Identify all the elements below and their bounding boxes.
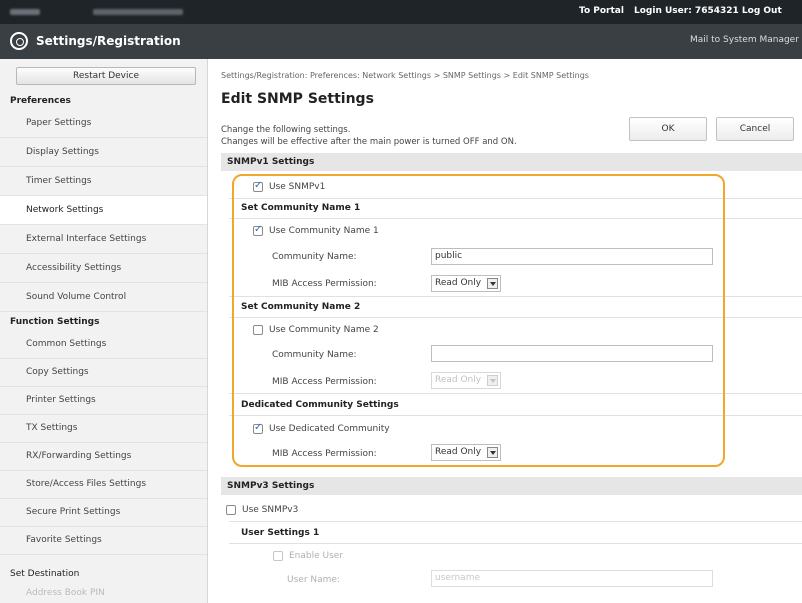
user-settings-1-header: User Settings 1 [241, 528, 320, 538]
community-2-name-input[interactable] [431, 345, 713, 362]
mail-system-manager-link[interactable]: Mail to System Manager [690, 35, 799, 45]
main-content: Settings/Registration: Preferences: Netw… [209, 59, 802, 603]
settings-logo-icon [10, 32, 28, 50]
community-1-mib-label: MIB Access Permission: [272, 279, 377, 289]
use-community-1-checkbox[interactable] [253, 224, 263, 236]
divider [229, 317, 802, 318]
snmpv3-section-header: SNMPv3 Settings [221, 477, 802, 495]
dropdown-arrow-icon [487, 447, 498, 458]
divider [229, 218, 802, 219]
restart-device-button[interactable]: Restart Device [16, 67, 196, 85]
dropdown-arrow-icon [487, 375, 498, 386]
divider [229, 393, 802, 394]
cancel-button[interactable]: Cancel [716, 117, 794, 141]
divider [229, 198, 802, 199]
use-snmpv1-checkbox[interactable] [253, 180, 263, 192]
divider [229, 415, 802, 416]
community-1-name-label: Community Name: [272, 252, 357, 262]
sidebar-item-favorite-settings[interactable]: Favorite Settings [0, 526, 207, 555]
enable-user-label: Enable User [289, 551, 344, 561]
ok-button[interactable]: OK [629, 117, 707, 141]
to-portal-link[interactable]: To Portal [579, 6, 624, 16]
dedicated-community-header: Dedicated Community Settings [241, 400, 399, 410]
use-community-2-label: Use Community Name 2 [269, 325, 379, 335]
sidebar-item-tx-settings[interactable]: TX Settings [0, 414, 207, 443]
sidebar-item-address-book-pin[interactable]: Address Book PIN [0, 579, 207, 603]
select-value: Read Only [435, 447, 482, 457]
sidebar-item-printer-settings[interactable]: Printer Settings [0, 386, 207, 415]
sidebar: Restart Device Preferences Paper Setting… [0, 59, 208, 603]
sidebar-item-sound-volume[interactable]: Sound Volume Control [0, 283, 207, 312]
breadcrumb: Settings/Registration: Preferences: Netw… [221, 71, 589, 80]
sidebar-item-secure-print[interactable]: Secure Print Settings [0, 498, 207, 527]
community-1-header: Set Community Name 1 [241, 203, 361, 213]
sidebar-item-common-settings[interactable]: Common Settings [0, 330, 207, 359]
select-value: Read Only [435, 278, 482, 288]
use-dedicated-community-label: Use Dedicated Community [269, 424, 390, 434]
dropdown-arrow-icon [487, 278, 498, 289]
sidebar-section-preferences: Preferences [10, 96, 71, 106]
user-name-label: User Name: [287, 575, 340, 585]
sidebar-item-rx-forwarding[interactable]: RX/Forwarding Settings [0, 442, 207, 471]
blurred-device-info [93, 9, 183, 15]
page-title: Edit SNMP Settings [221, 91, 374, 107]
blurred-device-name [10, 9, 40, 15]
app-header: Settings/Registration Mail to System Man… [0, 24, 802, 59]
community-1-mib-select[interactable]: Read Only [431, 275, 501, 292]
divider [229, 296, 802, 297]
sidebar-item-paper-settings[interactable]: Paper Settings [0, 109, 207, 138]
use-snmpv1-label: Use SNMPv1 [269, 182, 326, 192]
snmpv1-section-header: SNMPv1 Settings [221, 153, 802, 171]
community-2-header: Set Community Name 2 [241, 302, 361, 312]
sidebar-item-accessibility[interactable]: Accessibility Settings [0, 254, 207, 283]
community-2-name-label: Community Name: [272, 350, 357, 360]
sidebar-item-timer-settings[interactable]: Timer Settings [0, 167, 207, 196]
dedicated-mib-label: MIB Access Permission: [272, 449, 377, 459]
use-dedicated-community-checkbox[interactable] [253, 422, 263, 434]
use-community-2-checkbox[interactable] [253, 325, 263, 335]
description-line-1: Change the following settings. [221, 125, 351, 135]
sidebar-section-function: Function Settings [10, 317, 100, 327]
description-line-2: Changes will be effective after the main… [221, 137, 517, 147]
top-bar: To Portal Login User: 7654321 Log Out [0, 0, 802, 24]
use-snmpv3-label: Use SNMPv3 [242, 505, 299, 515]
enable-user-checkbox[interactable] [273, 551, 283, 561]
sidebar-item-network-settings[interactable]: Network Settings [0, 196, 207, 225]
select-value: Read Only [435, 375, 482, 385]
divider [229, 543, 802, 544]
sidebar-item-store-access-files[interactable]: Store/Access Files Settings [0, 470, 207, 499]
sidebar-item-copy-settings[interactable]: Copy Settings [0, 358, 207, 387]
sidebar-item-display-settings[interactable]: Display Settings [0, 138, 207, 167]
community-1-name-input[interactable]: public [431, 248, 713, 265]
use-snmpv3-checkbox[interactable] [226, 505, 236, 515]
user-name-input[interactable]: username [431, 570, 713, 587]
community-2-mib-select[interactable]: Read Only [431, 372, 501, 389]
divider [229, 521, 802, 522]
login-user-logout[interactable]: Login User: 7654321 Log Out [634, 6, 782, 16]
use-community-1-label: Use Community Name 1 [269, 226, 379, 236]
sidebar-section-destination: Set Destination [10, 569, 80, 579]
app-title: Settings/Registration [36, 34, 181, 48]
dedicated-mib-select[interactable]: Read Only [431, 444, 501, 461]
community-2-mib-label: MIB Access Permission: [272, 377, 377, 387]
sidebar-item-external-interface[interactable]: External Interface Settings [0, 225, 207, 254]
